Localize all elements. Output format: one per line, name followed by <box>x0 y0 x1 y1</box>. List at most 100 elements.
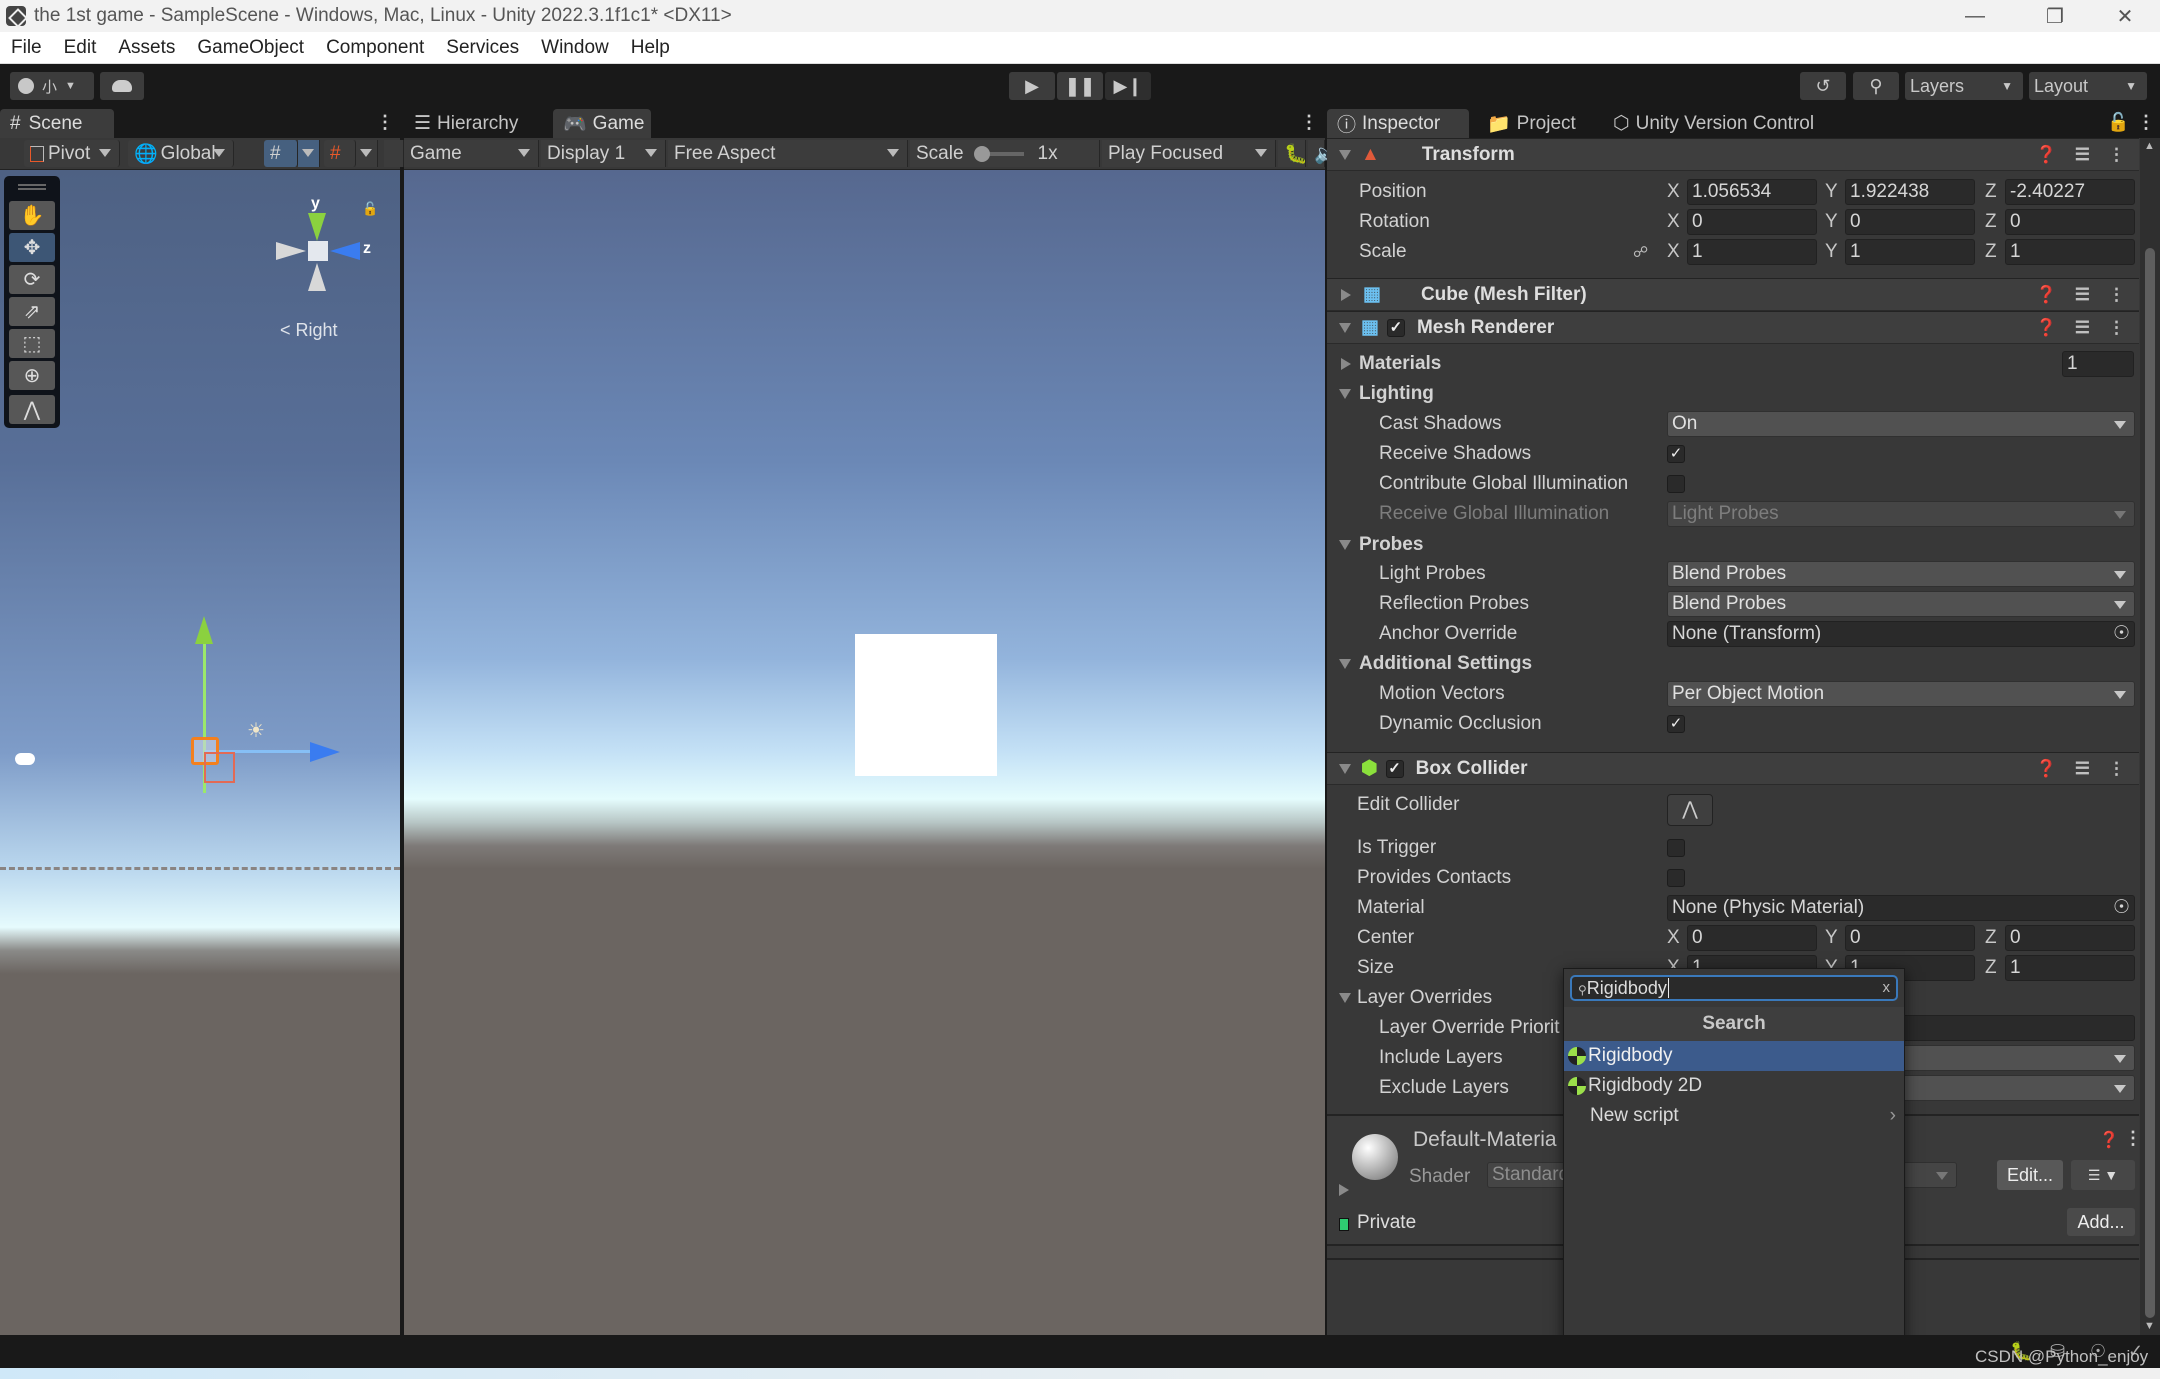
receive-shadows-checkbox[interactable]: ✓ <box>1667 445 1685 463</box>
more-menu-icon[interactable]: ⋮ <box>2137 112 2155 133</box>
shader-options-button[interactable]: ☰ ▼ <box>2071 1160 2135 1190</box>
lighting-foldout[interactable]: Lighting <box>1327 379 2137 409</box>
position-x-field[interactable]: 1.056534 <box>1687 179 1817 205</box>
more-menu-icon[interactable]: ⋮ <box>2108 285 2125 305</box>
restore-icon[interactable]: ❐ <box>2020 0 2090 32</box>
motion-vectors-select[interactable]: Per Object Motion <box>1667 681 2135 707</box>
step-button[interactable]: ▶❙ <box>1105 72 1151 100</box>
expand-icon[interactable] <box>1341 358 1351 370</box>
private-checkbox[interactable] <box>1339 1218 1349 1231</box>
more-menu-icon[interactable]: ⋮ <box>376 112 394 133</box>
scale-z-field[interactable]: 1 <box>2005 239 2135 265</box>
anchor-override-field[interactable]: None (Transform) ☉ <box>1667 621 2135 647</box>
increment-snap-toggle[interactable]: # <box>324 140 356 167</box>
physic-material-field[interactable]: None (Physic Material) ☉ <box>1667 895 2135 921</box>
menu-services[interactable]: Services <box>435 37 530 59</box>
close-icon[interactable]: ✕ <box>2090 0 2160 32</box>
edit-shader-button[interactable]: Edit... <box>1997 1160 2063 1190</box>
scroll-down-icon[interactable]: ▼ <box>2144 1320 2155 1332</box>
inspector-scrollbar[interactable]: ▲ ▼ <box>2140 138 2160 1335</box>
menu-assets[interactable]: Assets <box>107 37 186 59</box>
aspect-dropdown[interactable]: Free Aspect <box>668 140 908 167</box>
game-view[interactable] <box>404 170 1325 1335</box>
scale-y-field[interactable]: 1 <box>1845 239 1975 265</box>
transform-tool-button[interactable]: ⊕ <box>9 361 55 390</box>
collapse-icon[interactable] <box>1339 659 1351 669</box>
selected-cube-outline[interactable] <box>204 752 235 783</box>
position-z-field[interactable]: -2.40227 <box>2005 179 2135 205</box>
contribute-gi-checkbox[interactable] <box>1667 475 1685 493</box>
tab-version-control[interactable]: ⬡ Unity Version Control <box>1603 109 1863 138</box>
account-button[interactable]: 小 ▼ <box>10 72 94 100</box>
collapse-icon[interactable] <box>1339 322 1351 333</box>
menu-gameobject[interactable]: GameObject <box>186 37 315 59</box>
more-menu-icon[interactable]: ⋮ <box>1300 112 1318 133</box>
box-collider-enabled-checkbox[interactable]: ✓ <box>1385 759 1404 778</box>
help-icon[interactable]: ❓ <box>2036 759 2057 779</box>
z-axis-handle-cone[interactable] <box>310 742 340 762</box>
mesh-renderer-enabled-checkbox[interactable]: ✓ <box>1386 318 1405 337</box>
tab-hierarchy[interactable]: ☰ Hierarchy <box>404 109 540 138</box>
directional-light-icon[interactable]: ☀ <box>247 718 265 743</box>
expand-icon[interactable] <box>1339 1184 1349 1196</box>
tab-scene[interactable]: # Scene <box>0 109 114 138</box>
menu-component[interactable]: Component <box>315 37 435 59</box>
help-icon[interactable]: ❓ <box>2036 285 2057 305</box>
popup-item-rigidbody-2d[interactable]: Rigidbody 2D <box>1564 1071 1904 1101</box>
lock-icon[interactable]: 🔓 <box>362 201 378 217</box>
camera-icon[interactable] <box>15 753 35 765</box>
play-focused-dropdown[interactable]: Play Focused <box>1102 140 1276 167</box>
center-x-field[interactable]: 0 <box>1687 925 1817 951</box>
scale-tool-button[interactable]: ⇗ <box>9 297 55 326</box>
rect-tool-button[interactable]: ⬚ <box>9 329 55 358</box>
light-probes-select[interactable]: Blend Probes <box>1667 561 2135 587</box>
scroll-up-icon[interactable]: ▲ <box>2144 140 2155 152</box>
more-menu-icon[interactable]: ⋮ <box>2108 759 2125 779</box>
tab-game[interactable]: 🎮 Game <box>553 109 651 138</box>
rotate-tool-button[interactable]: ⟳ <box>9 265 55 294</box>
drag-handle-icon[interactable] <box>18 184 46 190</box>
help-icon[interactable]: ❓ <box>2036 145 2057 165</box>
pause-button[interactable]: ❚❚ <box>1057 72 1103 100</box>
gizmo-view-label[interactable]: < Right <box>280 320 338 341</box>
center-z-field[interactable]: 0 <box>2005 925 2135 951</box>
presets-icon[interactable]: ☰ <box>2075 145 2090 165</box>
gizmo-y-cone[interactable] <box>308 213 326 241</box>
minimize-icon[interactable]: — <box>1940 0 2010 32</box>
cast-shadows-select[interactable]: On <box>1667 411 2135 437</box>
scale-x-field[interactable]: 1 <box>1687 239 1817 265</box>
menu-file[interactable]: File <box>0 37 53 59</box>
materials-count-field[interactable]: 1 <box>2062 351 2134 377</box>
collapse-icon[interactable] <box>1339 149 1351 160</box>
gizmo-z-cone[interactable] <box>330 242 360 260</box>
play-button[interactable]: ▶ <box>1009 72 1055 100</box>
tab-inspector[interactable]: ⓘ Inspector <box>1327 109 1469 138</box>
display-dropdown[interactable]: Display 1 <box>541 140 666 167</box>
presets-icon[interactable]: ☰ <box>2075 759 2090 779</box>
scrollbar-thumb[interactable] <box>2145 248 2155 1318</box>
collapse-icon[interactable] <box>1339 389 1351 399</box>
object-picker-icon[interactable]: ☉ <box>2113 896 2130 920</box>
undo-history-button[interactable]: ↺ <box>1800 72 1846 100</box>
rotation-y-field[interactable]: 0 <box>1845 209 1975 235</box>
scale-slider-thumb[interactable] <box>973 145 990 162</box>
stats-toggle[interactable]: 🐛 <box>1278 140 1308 167</box>
presets-icon[interactable]: ☰ <box>2075 318 2090 338</box>
orientation-gizmo[interactable]: y z <box>272 195 372 295</box>
mesh-renderer-header[interactable]: ▦ ✓ Mesh Renderer ❓ ☰ ⋮ <box>1327 311 2139 344</box>
presets-icon[interactable]: ☰ <box>2075 285 2090 305</box>
size-z-field[interactable]: 1 <box>2005 955 2135 981</box>
rotation-x-field[interactable]: 0 <box>1687 209 1817 235</box>
layers-dropdown[interactable]: Layers ▼ <box>1905 72 2023 100</box>
gizmo-neg-y-cone[interactable] <box>308 263 326 291</box>
help-icon[interactable]: ❓ <box>2036 318 2057 338</box>
pivot-dropdown[interactable]: Pivot <box>24 140 120 167</box>
menu-edit[interactable]: Edit <box>53 37 108 59</box>
tab-project[interactable]: 📁 Project <box>1477 109 1589 138</box>
move-tool-button[interactable]: ✥ <box>9 233 55 262</box>
materials-foldout[interactable]: Materials 1 <box>1327 349 2137 379</box>
rotation-z-field[interactable]: 0 <box>2005 209 2135 235</box>
gizmo-center-cube[interactable] <box>308 241 328 261</box>
expand-icon[interactable] <box>1341 288 1351 301</box>
position-y-field[interactable]: 1.922438 <box>1845 179 1975 205</box>
